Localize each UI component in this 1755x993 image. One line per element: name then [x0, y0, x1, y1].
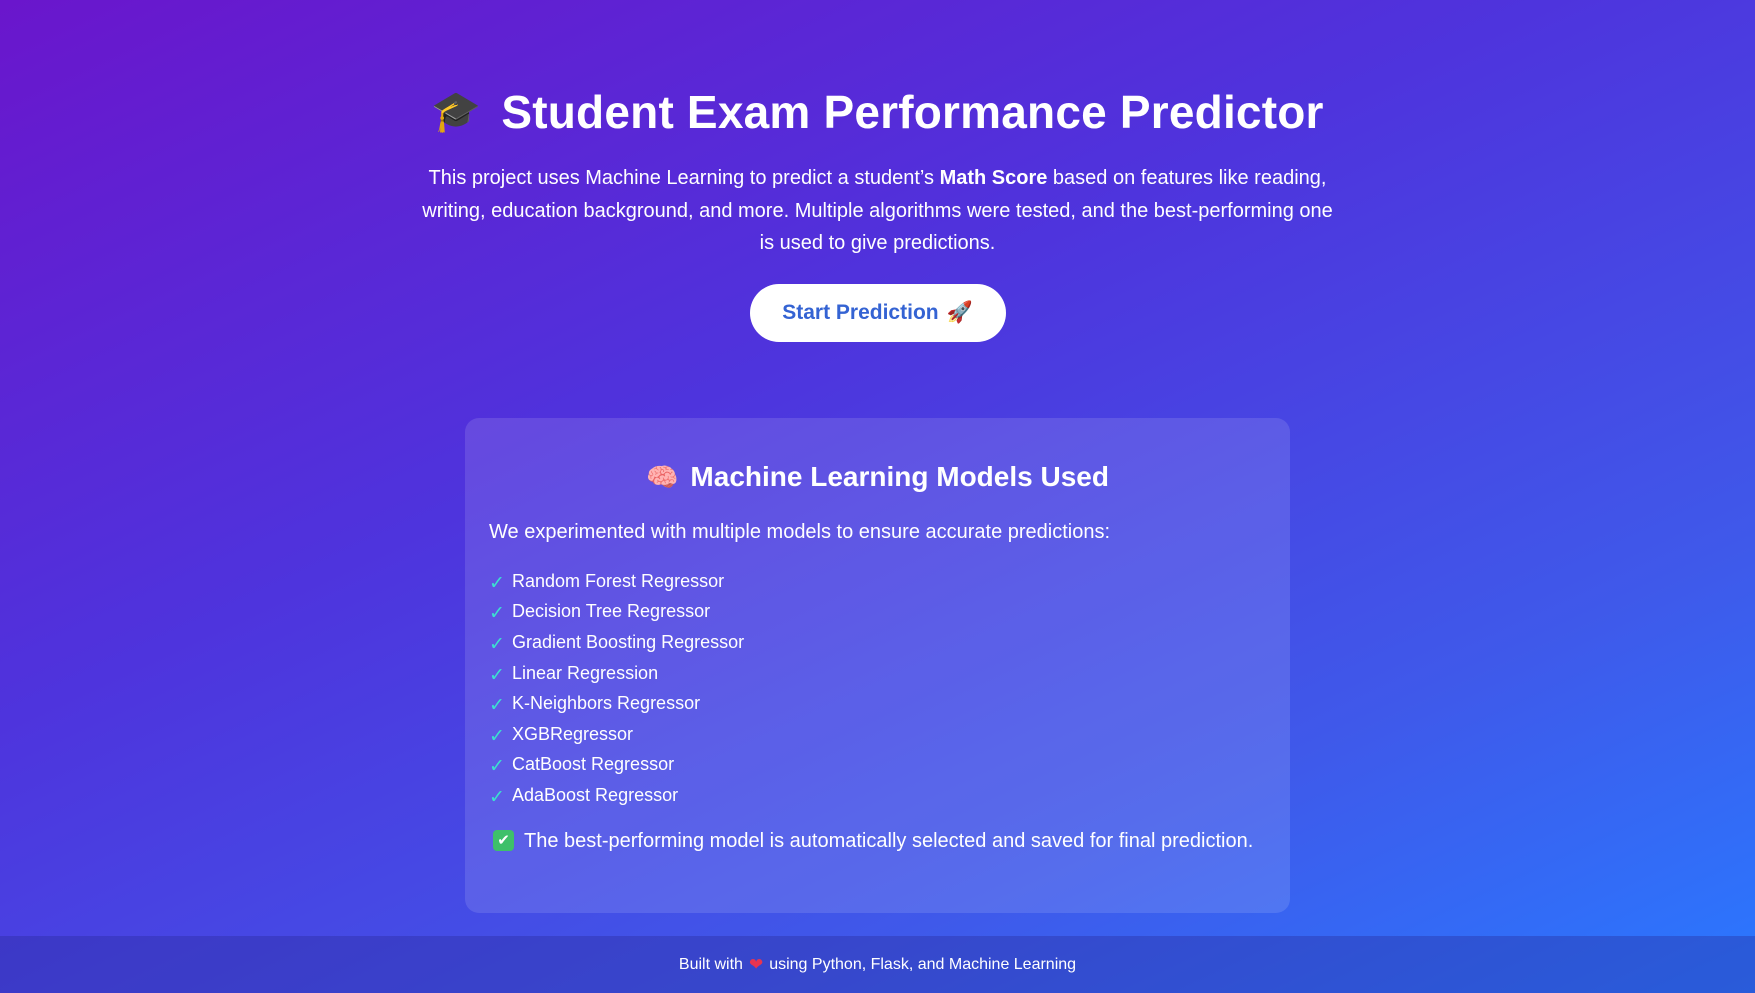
footer-text-before: Built with	[678, 955, 743, 973]
checkbox-check-icon: ✔	[493, 830, 514, 852]
page-title-text: Student Exam Performance Predictor	[501, 86, 1324, 138]
start-prediction-button[interactable]: Start Prediction 🚀	[749, 283, 1006, 342]
model-name: CatBoost Regressor	[512, 754, 675, 775]
check-icon: ✓	[489, 786, 505, 808]
list-item: ✓ AdaBoost Regressor	[489, 780, 1266, 811]
check-icon: ✓	[489, 633, 505, 655]
check-icon: ✓	[489, 603, 505, 625]
description-part-1: This project uses Machine Learning to pr…	[428, 167, 940, 189]
heart-icon: ❤	[748, 954, 764, 974]
check-icon: ✓	[489, 725, 505, 747]
check-icon: ✓	[489, 695, 505, 717]
model-name: Gradient Boosting Regressor	[512, 631, 745, 652]
hero-section: 🎓 Student Exam Performance Predictor Thi…	[0, 84, 1755, 342]
models-card: 🧠 Machine Learning Models Used We experi…	[465, 418, 1290, 913]
list-item: ✓ K-Neighbors Regressor	[489, 688, 1266, 719]
list-item: ✓ Gradient Boosting Regressor	[489, 627, 1266, 658]
model-name: Random Forest Regressor	[512, 570, 725, 591]
model-list: ✓ Random Forest Regressor ✓ Decision Tree R…	[489, 566, 1266, 811]
models-intro: We experimented with multiple models to …	[489, 521, 1111, 543]
footer-text-after: using Python, Flask, and Machine Learnin…	[769, 955, 1077, 973]
models-card-title: 🧠 Machine Learning Models Used	[489, 460, 1266, 494]
model-name: Decision Tree Regressor	[512, 601, 711, 622]
graduation-cap-icon: 🎓	[431, 90, 482, 134]
check-icon: ✓	[489, 572, 505, 594]
model-name: K-Neighbors Regressor	[512, 693, 701, 714]
start-prediction-label: Start Prediction	[782, 300, 939, 324]
list-item: ✓ XGBRegressor	[489, 719, 1266, 750]
check-icon: ✓	[489, 664, 505, 686]
selection-note-text: The best-performing model is automatical…	[524, 829, 1254, 852]
list-item: ✓ CatBoost Regressor	[489, 750, 1266, 781]
model-name: Linear Regression	[512, 662, 659, 683]
list-item: ✓ Random Forest Regressor	[489, 566, 1266, 597]
model-name: XGBRegressor	[512, 723, 634, 744]
model-name: AdaBoost Regressor	[512, 784, 679, 805]
models-card-title-text: Machine Learning Models Used	[690, 461, 1109, 492]
footer: Built with ❤ using Python, Flask, and Ma…	[0, 936, 1755, 993]
rocket-icon: 🚀	[946, 300, 973, 324]
list-item: ✓ Decision Tree Regressor	[489, 597, 1266, 628]
brain-icon: 🧠	[646, 462, 679, 492]
selection-note: ✔ The best-performing model is automatic…	[489, 827, 1266, 855]
list-item: ✓ Linear Regression	[489, 658, 1266, 689]
description-highlight: Math Score	[939, 167, 1048, 189]
project-description: This project uses Machine Learning to pr…	[413, 162, 1343, 260]
page-title: 🎓 Student Exam Performance Predictor	[0, 84, 1755, 140]
check-icon: ✓	[489, 756, 505, 778]
